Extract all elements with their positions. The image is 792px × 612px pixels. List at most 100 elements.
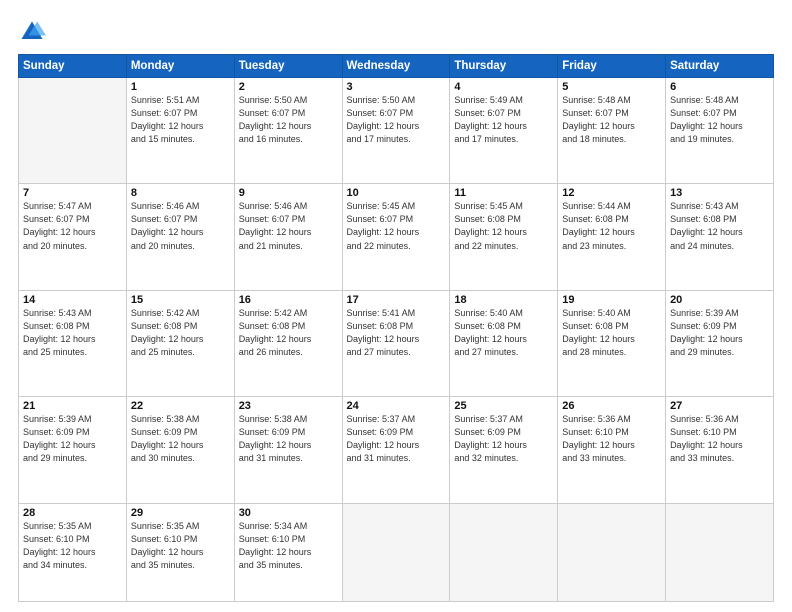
day-number: 24 <box>347 400 446 412</box>
calendar-week-row: 21Sunrise: 5:39 AMSunset: 6:09 PMDayligh… <box>19 397 774 503</box>
day-number: 8 <box>131 187 230 199</box>
calendar-cell <box>450 503 558 602</box>
day-info: Sunrise: 5:46 AMSunset: 6:07 PMDaylight:… <box>239 200 338 252</box>
calendar-cell: 13Sunrise: 5:43 AMSunset: 6:08 PMDayligh… <box>666 184 774 290</box>
day-number: 1 <box>131 81 230 93</box>
day-info: Sunrise: 5:37 AMSunset: 6:09 PMDaylight:… <box>347 413 446 465</box>
calendar-cell: 25Sunrise: 5:37 AMSunset: 6:09 PMDayligh… <box>450 397 558 503</box>
day-number: 18 <box>454 294 553 306</box>
calendar-cell: 26Sunrise: 5:36 AMSunset: 6:10 PMDayligh… <box>558 397 666 503</box>
calendar-cell: 4Sunrise: 5:49 AMSunset: 6:07 PMDaylight… <box>450 78 558 184</box>
day-info: Sunrise: 5:44 AMSunset: 6:08 PMDaylight:… <box>562 200 661 252</box>
day-number: 25 <box>454 400 553 412</box>
calendar-cell: 9Sunrise: 5:46 AMSunset: 6:07 PMDaylight… <box>234 184 342 290</box>
calendar-cell: 21Sunrise: 5:39 AMSunset: 6:09 PMDayligh… <box>19 397 127 503</box>
day-number: 21 <box>23 400 122 412</box>
calendar-cell: 27Sunrise: 5:36 AMSunset: 6:10 PMDayligh… <box>666 397 774 503</box>
day-number: 20 <box>670 294 769 306</box>
weekday-header-friday: Friday <box>558 55 666 78</box>
day-number: 26 <box>562 400 661 412</box>
calendar-cell: 18Sunrise: 5:40 AMSunset: 6:08 PMDayligh… <box>450 290 558 396</box>
day-number: 27 <box>670 400 769 412</box>
day-info: Sunrise: 5:36 AMSunset: 6:10 PMDaylight:… <box>670 413 769 465</box>
calendar-cell: 1Sunrise: 5:51 AMSunset: 6:07 PMDaylight… <box>126 78 234 184</box>
calendar-cell <box>666 503 774 602</box>
calendar-week-row: 14Sunrise: 5:43 AMSunset: 6:08 PMDayligh… <box>19 290 774 396</box>
calendar-cell: 3Sunrise: 5:50 AMSunset: 6:07 PMDaylight… <box>342 78 450 184</box>
calendar-cell: 16Sunrise: 5:42 AMSunset: 6:08 PMDayligh… <box>234 290 342 396</box>
day-info: Sunrise: 5:43 AMSunset: 6:08 PMDaylight:… <box>23 307 122 359</box>
day-info: Sunrise: 5:47 AMSunset: 6:07 PMDaylight:… <box>23 200 122 252</box>
day-info: Sunrise: 5:40 AMSunset: 6:08 PMDaylight:… <box>454 307 553 359</box>
calendar-cell <box>342 503 450 602</box>
day-info: Sunrise: 5:46 AMSunset: 6:07 PMDaylight:… <box>131 200 230 252</box>
day-info: Sunrise: 5:48 AMSunset: 6:07 PMDaylight:… <box>670 94 769 146</box>
day-number: 23 <box>239 400 338 412</box>
calendar-cell: 12Sunrise: 5:44 AMSunset: 6:08 PMDayligh… <box>558 184 666 290</box>
calendar-cell: 22Sunrise: 5:38 AMSunset: 6:09 PMDayligh… <box>126 397 234 503</box>
calendar-week-row: 28Sunrise: 5:35 AMSunset: 6:10 PMDayligh… <box>19 503 774 602</box>
day-info: Sunrise: 5:35 AMSunset: 6:10 PMDaylight:… <box>131 520 230 572</box>
day-number: 7 <box>23 187 122 199</box>
day-info: Sunrise: 5:45 AMSunset: 6:07 PMDaylight:… <box>347 200 446 252</box>
day-info: Sunrise: 5:38 AMSunset: 6:09 PMDaylight:… <box>239 413 338 465</box>
calendar-cell: 17Sunrise: 5:41 AMSunset: 6:08 PMDayligh… <box>342 290 450 396</box>
day-number: 11 <box>454 187 553 199</box>
calendar-cell: 23Sunrise: 5:38 AMSunset: 6:09 PMDayligh… <box>234 397 342 503</box>
day-info: Sunrise: 5:49 AMSunset: 6:07 PMDaylight:… <box>454 94 553 146</box>
day-info: Sunrise: 5:37 AMSunset: 6:09 PMDaylight:… <box>454 413 553 465</box>
calendar-cell: 2Sunrise: 5:50 AMSunset: 6:07 PMDaylight… <box>234 78 342 184</box>
calendar-cell: 19Sunrise: 5:40 AMSunset: 6:08 PMDayligh… <box>558 290 666 396</box>
calendar-cell: 28Sunrise: 5:35 AMSunset: 6:10 PMDayligh… <box>19 503 127 602</box>
weekday-header-sunday: Sunday <box>19 55 127 78</box>
calendar-cell: 8Sunrise: 5:46 AMSunset: 6:07 PMDaylight… <box>126 184 234 290</box>
calendar-week-row: 7Sunrise: 5:47 AMSunset: 6:07 PMDaylight… <box>19 184 774 290</box>
day-number: 22 <box>131 400 230 412</box>
calendar-cell: 30Sunrise: 5:34 AMSunset: 6:10 PMDayligh… <box>234 503 342 602</box>
day-info: Sunrise: 5:45 AMSunset: 6:08 PMDaylight:… <box>454 200 553 252</box>
day-info: Sunrise: 5:50 AMSunset: 6:07 PMDaylight:… <box>239 94 338 146</box>
day-number: 6 <box>670 81 769 93</box>
weekday-header-saturday: Saturday <box>666 55 774 78</box>
day-info: Sunrise: 5:48 AMSunset: 6:07 PMDaylight:… <box>562 94 661 146</box>
day-info: Sunrise: 5:34 AMSunset: 6:10 PMDaylight:… <box>239 520 338 572</box>
day-info: Sunrise: 5:35 AMSunset: 6:10 PMDaylight:… <box>23 520 122 572</box>
day-number: 15 <box>131 294 230 306</box>
day-number: 30 <box>239 507 338 519</box>
page: SundayMondayTuesdayWednesdayThursdayFrid… <box>0 0 792 612</box>
weekday-header-tuesday: Tuesday <box>234 55 342 78</box>
day-number: 5 <box>562 81 661 93</box>
day-info: Sunrise: 5:51 AMSunset: 6:07 PMDaylight:… <box>131 94 230 146</box>
header <box>18 18 774 46</box>
day-number: 13 <box>670 187 769 199</box>
day-info: Sunrise: 5:40 AMSunset: 6:08 PMDaylight:… <box>562 307 661 359</box>
day-info: Sunrise: 5:50 AMSunset: 6:07 PMDaylight:… <box>347 94 446 146</box>
day-number: 9 <box>239 187 338 199</box>
day-number: 16 <box>239 294 338 306</box>
calendar-table: SundayMondayTuesdayWednesdayThursdayFrid… <box>18 54 774 602</box>
calendar-cell: 29Sunrise: 5:35 AMSunset: 6:10 PMDayligh… <box>126 503 234 602</box>
weekday-header-monday: Monday <box>126 55 234 78</box>
day-number: 2 <box>239 81 338 93</box>
day-info: Sunrise: 5:42 AMSunset: 6:08 PMDaylight:… <box>131 307 230 359</box>
calendar-cell: 7Sunrise: 5:47 AMSunset: 6:07 PMDaylight… <box>19 184 127 290</box>
logo <box>18 18 50 46</box>
calendar-cell: 6Sunrise: 5:48 AMSunset: 6:07 PMDaylight… <box>666 78 774 184</box>
day-info: Sunrise: 5:41 AMSunset: 6:08 PMDaylight:… <box>347 307 446 359</box>
day-info: Sunrise: 5:39 AMSunset: 6:09 PMDaylight:… <box>23 413 122 465</box>
calendar-cell: 15Sunrise: 5:42 AMSunset: 6:08 PMDayligh… <box>126 290 234 396</box>
day-number: 19 <box>562 294 661 306</box>
day-number: 12 <box>562 187 661 199</box>
logo-icon <box>18 18 46 46</box>
day-number: 4 <box>454 81 553 93</box>
weekday-header-thursday: Thursday <box>450 55 558 78</box>
day-number: 3 <box>347 81 446 93</box>
day-info: Sunrise: 5:42 AMSunset: 6:08 PMDaylight:… <box>239 307 338 359</box>
day-number: 17 <box>347 294 446 306</box>
calendar-cell: 20Sunrise: 5:39 AMSunset: 6:09 PMDayligh… <box>666 290 774 396</box>
day-number: 29 <box>131 507 230 519</box>
calendar-week-row: 1Sunrise: 5:51 AMSunset: 6:07 PMDaylight… <box>19 78 774 184</box>
day-info: Sunrise: 5:43 AMSunset: 6:08 PMDaylight:… <box>670 200 769 252</box>
calendar-cell <box>558 503 666 602</box>
day-info: Sunrise: 5:38 AMSunset: 6:09 PMDaylight:… <box>131 413 230 465</box>
